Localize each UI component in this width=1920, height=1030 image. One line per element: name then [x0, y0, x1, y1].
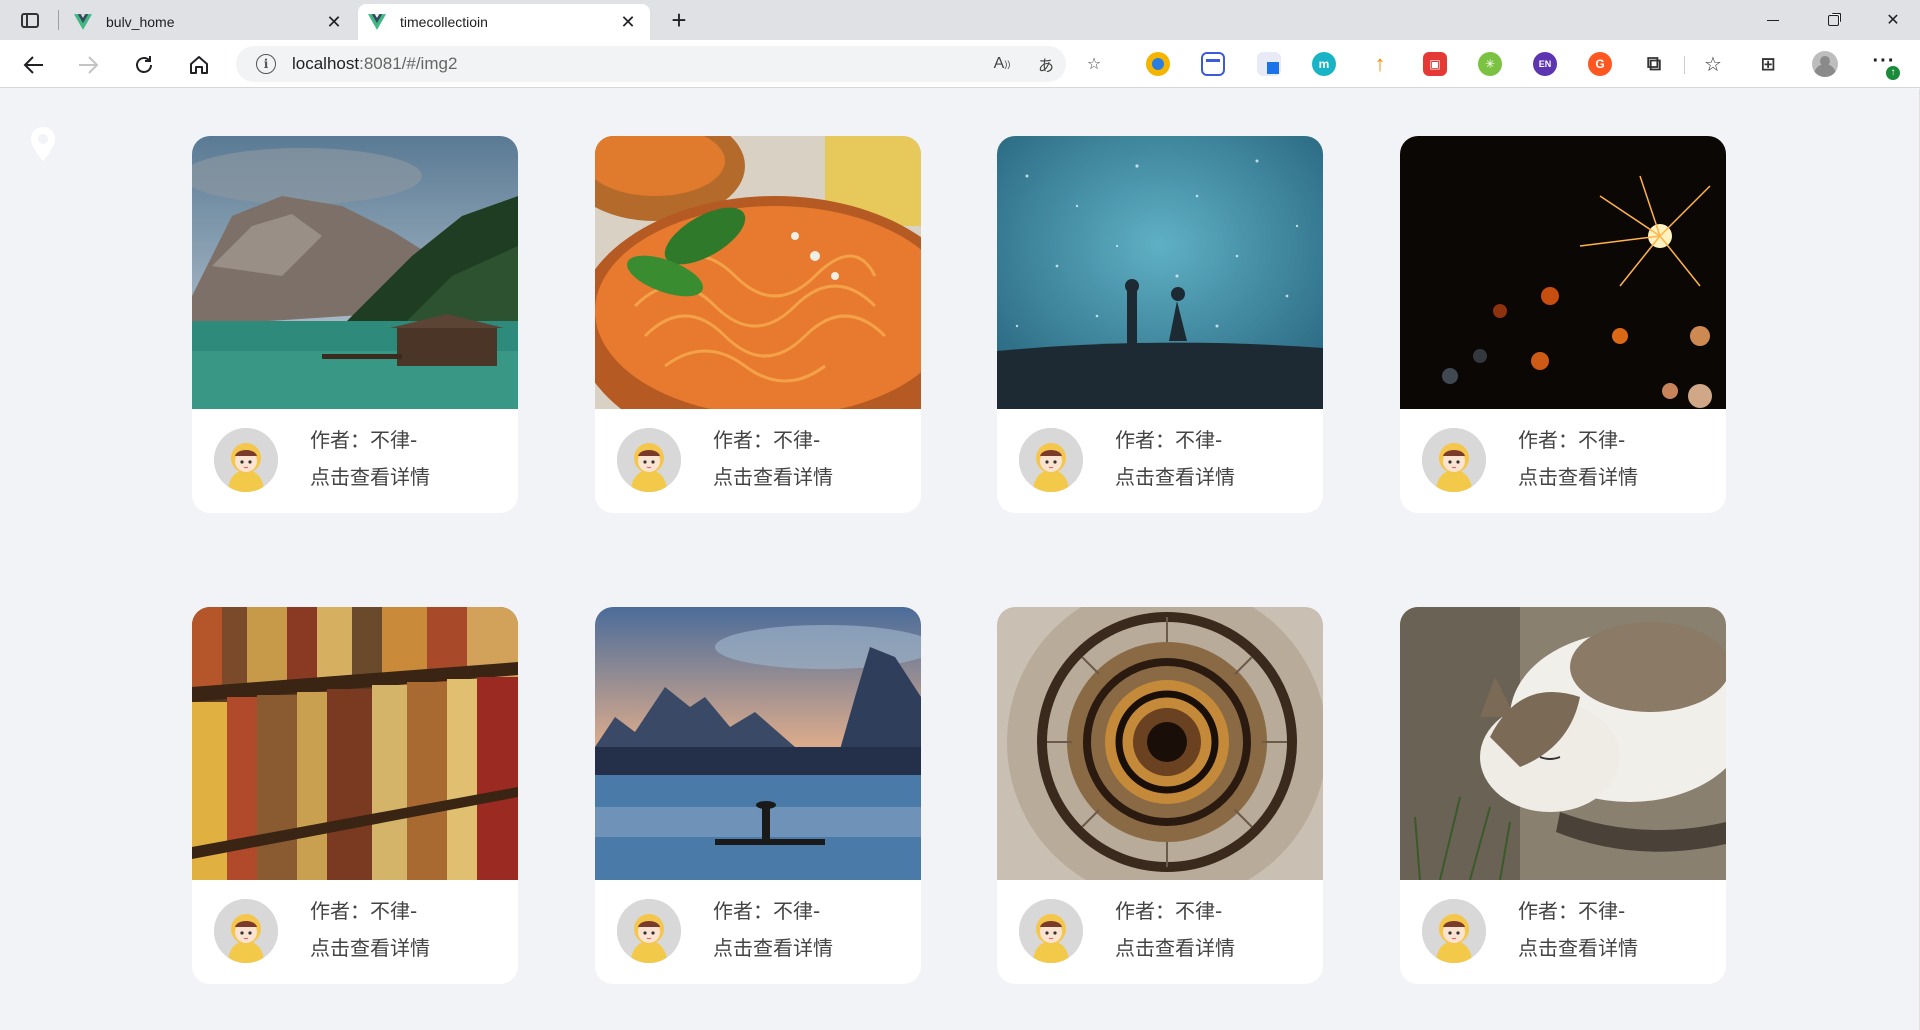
view-details-link[interactable]: 点击查看详情: [1518, 461, 1638, 490]
mountain-lake-photo[interactable]: [192, 136, 518, 409]
spaghetti-photo[interactable]: [595, 136, 921, 409]
author-label: 作者：不律-: [713, 899, 821, 923]
view-details-link[interactable]: 点击查看详情: [713, 932, 833, 961]
author-avatar[interactable]: [1422, 899, 1486, 963]
restore-button[interactable]: [1806, 0, 1860, 40]
view-details-link[interactable]: 点击查看详情: [1115, 461, 1235, 490]
extension-box-icon[interactable]: ▣: [1423, 52, 1447, 76]
author-label: 作者：不律-: [1115, 899, 1223, 923]
author-label: 作者：不律-: [1115, 428, 1223, 452]
extension-g-icon[interactable]: G: [1588, 52, 1612, 76]
back-button[interactable]: [18, 49, 50, 81]
author-label: 作者：不律-: [713, 428, 821, 452]
location-pin-icon[interactable]: [28, 125, 58, 165]
extensions-puzzle-icon[interactable]: ⧉: [1642, 52, 1666, 76]
url-path: :8081/#/img2: [359, 54, 458, 73]
view-details-link[interactable]: 点击查看详情: [310, 461, 430, 490]
photo-card[interactable]: 作者：不律- 点击查看详情: [595, 607, 921, 984]
url-text: localhost:8081/#/img2: [292, 54, 457, 74]
photo-card[interactable]: 作者：不律- 点击查看详情: [595, 136, 921, 513]
vue-logo-icon: [74, 14, 92, 30]
refresh-button[interactable]: [128, 49, 160, 81]
photo-card[interactable]: 作者：不律- 点击查看详情: [192, 136, 518, 513]
tab-bulv-home[interactable]: bulv_home ✕: [64, 4, 356, 40]
site-info-icon[interactable]: i: [256, 54, 276, 74]
collections-icon[interactable]: ⊞: [1756, 52, 1780, 76]
extension-collage-icon[interactable]: [1257, 52, 1281, 76]
translate-icon[interactable]: あ: [1032, 50, 1060, 78]
author-label: 作者：不律-: [1518, 899, 1626, 923]
extension-en-icon[interactable]: EN: [1533, 52, 1557, 76]
view-details-link[interactable]: 点击查看详情: [1518, 932, 1638, 961]
add-favorite-icon[interactable]: ☆: [1080, 50, 1108, 78]
extension-shield-icon[interactable]: [1146, 52, 1170, 76]
view-details-link[interactable]: 点击查看详情: [310, 932, 430, 961]
author-label: 作者：不律-: [310, 899, 418, 923]
favorites-icon[interactable]: ☆: [1701, 52, 1725, 76]
author-avatar[interactable]: [617, 428, 681, 492]
refresh-icon: [136, 56, 152, 73]
sidebar-icon: [21, 12, 39, 28]
extension-m-icon[interactable]: m: [1312, 52, 1336, 76]
new-tab-button[interactable]: +: [664, 6, 694, 36]
page-content: 作者：不律- 点击查看详情 作者：不律- 点击查看详情 作者：不律- 点击查看详…: [0, 89, 1920, 1030]
minimize-icon: [1767, 19, 1779, 21]
author-avatar[interactable]: [214, 428, 278, 492]
photo-card[interactable]: 作者：不律- 点击查看详情: [1400, 136, 1726, 513]
author-avatar[interactable]: [1422, 428, 1486, 492]
home-icon: [190, 56, 208, 74]
minimize-button[interactable]: [1746, 0, 1800, 40]
close-tab-icon[interactable]: ✕: [322, 10, 346, 34]
photo-card[interactable]: 作者：不律- 点击查看详情: [1400, 607, 1726, 984]
spiral-staircase-photo[interactable]: [997, 607, 1323, 880]
tab-timecollectioin[interactable]: timecollectioin ✕: [358, 4, 650, 40]
tab-title: timecollectioin: [400, 14, 488, 30]
author-avatar[interactable]: [617, 899, 681, 963]
close-tab-icon[interactable]: ✕: [616, 10, 640, 34]
vue-logo-icon: [368, 14, 386, 30]
tab-actions-button[interactable]: [14, 7, 46, 33]
view-details-link[interactable]: 点击查看详情: [1115, 932, 1235, 961]
river-fisherman-photo[interactable]: [595, 607, 921, 880]
forward-arrow-icon: [79, 56, 99, 74]
author-avatar[interactable]: [1019, 428, 1083, 492]
profile-avatar-icon[interactable]: [1812, 51, 1838, 77]
address-bar[interactable]: i localhost:8081/#/img2 A)) あ ☆: [236, 46, 1101, 82]
toolbar-separator: [1684, 56, 1685, 74]
tab-bar: bulv_home ✕ timecollectioin ✕ + ✕: [0, 0, 1920, 40]
read-aloud-icon[interactable]: A)): [988, 50, 1016, 78]
extension-window-icon[interactable]: [1201, 52, 1225, 76]
photo-card[interactable]: 作者：不律- 点击查看详情: [997, 607, 1323, 984]
author-label: 作者：不律-: [1518, 428, 1626, 452]
home-button[interactable]: [183, 49, 215, 81]
sparkler-photo[interactable]: [1400, 136, 1726, 409]
restore-icon: [1827, 14, 1839, 26]
extension-lime-icon[interactable]: ✳: [1478, 52, 1502, 76]
close-window-button[interactable]: ✕: [1866, 0, 1920, 40]
url-host: localhost: [292, 54, 360, 73]
bookshelf-photo[interactable]: [192, 607, 518, 880]
starry-couple-photo[interactable]: [997, 136, 1323, 409]
update-badge-icon: ↑: [1886, 66, 1900, 80]
photo-card[interactable]: 作者：不律- 点击查看详情: [997, 136, 1323, 513]
navigation-bar: i localhost:8081/#/img2 A)) あ ☆ m ↑ ▣ ✳ …: [0, 40, 1920, 88]
tab-separator: [58, 10, 59, 30]
photo-card[interactable]: 作者：不律- 点击查看详情: [192, 607, 518, 984]
author-avatar[interactable]: [1019, 899, 1083, 963]
forward-button[interactable]: [72, 49, 104, 81]
back-arrow-icon: [23, 56, 43, 74]
extension-arrow-icon[interactable]: ↑: [1368, 51, 1392, 76]
sleeping-cat-photo[interactable]: [1400, 607, 1726, 880]
view-details-link[interactable]: 点击查看详情: [713, 461, 833, 490]
author-label: 作者：不律-: [310, 428, 418, 452]
tab-title: bulv_home: [106, 14, 175, 30]
author-avatar[interactable]: [214, 899, 278, 963]
